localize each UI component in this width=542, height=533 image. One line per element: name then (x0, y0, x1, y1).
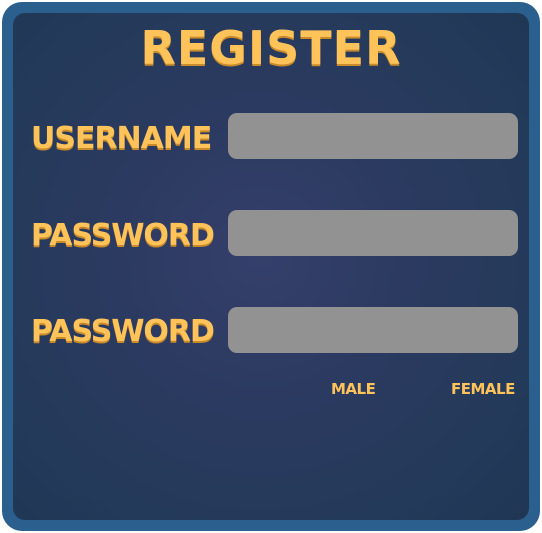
gender-option-male[interactable]: MALE (331, 380, 376, 398)
gender-option-female[interactable]: FEMALE (451, 380, 515, 398)
username-field[interactable] (228, 113, 518, 159)
confirm-password-label: PASSWORD (31, 314, 215, 349)
confirm-password-field[interactable] (228, 307, 518, 353)
page-title: REGISTER (140, 21, 402, 75)
password-label: PASSWORD (31, 218, 215, 253)
register-frame: REGISTER USERNAME PASSWORD PASSWORD MALE… (2, 2, 540, 531)
register-panel: REGISTER USERNAME PASSWORD PASSWORD MALE… (13, 13, 529, 520)
username-label: USERNAME (31, 121, 212, 156)
password-field[interactable] (228, 210, 518, 256)
